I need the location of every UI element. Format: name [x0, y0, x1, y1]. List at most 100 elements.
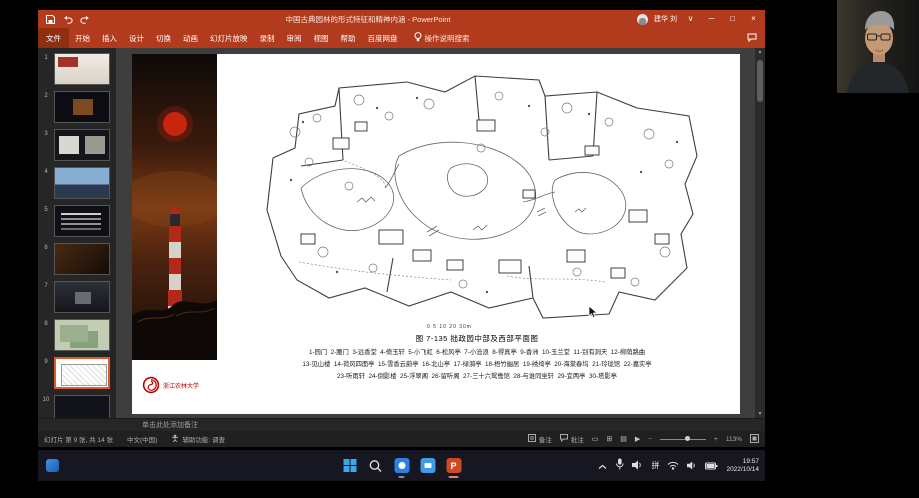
mouse-cursor: [588, 305, 599, 324]
tray-chevron-icon[interactable]: [598, 457, 607, 475]
speaker-share-icon[interactable]: [632, 457, 643, 475]
thumb-number: 7: [38, 281, 54, 313]
slide-thumbnails-panel: 1 2 3 4 5 6 7 8 9 10: [38, 48, 116, 418]
comments-icon[interactable]: [747, 33, 757, 44]
language-indicator[interactable]: 中文(中国): [127, 434, 157, 444]
slide-thumbnail-5[interactable]: [54, 205, 110, 237]
scroll-up-icon[interactable]: ▲: [755, 49, 765, 55]
tab-record[interactable]: 录制: [254, 29, 281, 48]
status-bar: 幻灯片 第 9 张, 共 14 张 中文(中国) 辅助功能: 调查 备注 批注 …: [38, 431, 765, 447]
legend-line: 23-听雨轩 24-倒影楼 25-浮翠阁 26-留听阁 27-三十六鸳鸯馆 28…: [220, 371, 734, 383]
slide-thumbnail-6[interactable]: [54, 243, 110, 275]
vertical-scrollbar[interactable]: ▲ ▼: [755, 48, 765, 418]
comment-bubble-icon: [560, 434, 568, 444]
logo-emblem-icon: [142, 376, 160, 399]
zoom-slider[interactable]: [660, 439, 706, 440]
tell-me-search[interactable]: 操作说明搜索: [414, 32, 470, 44]
thumb-number: 1: [38, 53, 54, 85]
minimize-button[interactable]: ─: [704, 12, 719, 26]
tab-review[interactable]: 审阅: [281, 29, 308, 48]
volume-icon[interactable]: [687, 457, 697, 475]
slide-sorter-view-icon[interactable]: ⊞: [606, 435, 612, 443]
slide-thumbnail-1[interactable]: [54, 53, 110, 85]
slide-position-indicator[interactable]: 幻灯片 第 9 张, 共 14 张: [44, 434, 113, 444]
powerpoint-app-button[interactable]: P: [445, 453, 462, 479]
widgets-button[interactable]: [46, 459, 59, 472]
windows-logo-icon: [343, 459, 356, 472]
ribbon-tabs: 文件 开始 插入 设计 切换 动画 幻灯片放映 录制 审阅 视图 帮助 百度网盘…: [38, 28, 765, 48]
figure-caption[interactable]: 图 7-135 拙政园中部及西部平面图: [222, 333, 732, 344]
tab-animations[interactable]: 动画: [177, 29, 204, 48]
window-title: 中国古典园林的形式特征和精神内涵 - PowerPoint: [99, 14, 637, 25]
notes-icon: [528, 434, 536, 444]
slide-canvas[interactable]: 浙江农林大学: [132, 54, 740, 414]
redo-icon[interactable]: [80, 15, 91, 24]
search-button[interactable]: [367, 453, 384, 479]
tab-slideshow[interactable]: 幻灯片放映: [204, 29, 254, 48]
legend-line: 13-见山楼 14-荷风四面亭 15-雪香云蔚亭 16-北山亭 17-绿漪亭 1…: [220, 359, 734, 371]
scrollbar-thumb[interactable]: [757, 60, 763, 102]
notes-pane[interactable]: 单击此处添加备注: [38, 418, 765, 431]
tab-design[interactable]: 设计: [123, 29, 150, 48]
slide-thumbnail-10[interactable]: [54, 395, 110, 418]
figure-legend[interactable]: 1-园门 2-腰门 3-远香堂 4-倚玉轩 5-小飞虹 6-松风亭 7-小沧浪 …: [220, 347, 734, 383]
tab-help[interactable]: 帮助: [335, 29, 362, 48]
thumb-number: 6: [38, 243, 54, 275]
start-button[interactable]: [341, 453, 358, 479]
webcam-overlay[interactable]: [837, 0, 919, 93]
meeting-app-button[interactable]: [393, 453, 410, 479]
battery-icon[interactable]: [705, 457, 718, 475]
clock[interactable]: 19:57 2022/10/14: [726, 458, 759, 473]
fit-slide-icon[interactable]: [750, 434, 759, 445]
slide-thumbnail-9-selected[interactable]: [54, 357, 110, 389]
slide-thumbnail-7[interactable]: [54, 281, 110, 313]
university-logo[interactable]: 浙江农林大学: [132, 360, 217, 414]
close-button[interactable]: ×: [746, 12, 761, 26]
slide-thumbnail-4[interactable]: [54, 167, 110, 199]
powerpoint-window: 中国古典园林的形式特征和精神内涵 - PowerPoint 建华 刘 ∨ ─ □…: [38, 10, 765, 447]
account-name[interactable]: 建华 刘: [654, 14, 677, 24]
search-icon: [369, 459, 383, 473]
zoom-in-button[interactable]: +: [714, 436, 718, 443]
save-icon[interactable]: [46, 15, 55, 24]
comments-toggle[interactable]: 批注: [560, 434, 584, 444]
logo-text: 浙江农林大学: [163, 384, 207, 391]
zoom-percentage[interactable]: 113%: [726, 436, 742, 443]
slide-thumbnail-3[interactable]: [54, 129, 110, 161]
scroll-down-icon[interactable]: ▼: [755, 411, 765, 417]
lighthouse-sunset-photo[interactable]: [132, 54, 217, 360]
thumb-number: 8: [38, 319, 54, 351]
tab-baidu-netdisk[interactable]: 百度网盘: [362, 29, 404, 48]
tab-file[interactable]: 文件: [38, 28, 69, 49]
undo-icon[interactable]: [62, 15, 73, 24]
tab-view[interactable]: 视图: [308, 29, 335, 48]
tab-home[interactable]: 开始: [69, 29, 96, 48]
screen: 中国古典园林的形式特征和精神内涵 - PowerPoint 建华 刘 ∨ ─ □…: [0, 0, 919, 498]
microphone-icon[interactable]: [615, 457, 624, 475]
zoom-out-button[interactable]: −: [648, 436, 652, 443]
tab-transitions[interactable]: 切换: [150, 29, 177, 48]
slide-thumbnail-2[interactable]: [54, 91, 110, 123]
garden-plan-figure[interactable]: [237, 62, 717, 324]
slideshow-view-icon[interactable]: ▶: [635, 435, 640, 443]
powerpoint-icon: P: [446, 458, 461, 473]
chat-app-icon: [420, 458, 435, 473]
slide-thumbnail-8[interactable]: [54, 319, 110, 351]
chat-app-button[interactable]: [419, 453, 436, 479]
wifi-icon[interactable]: [667, 457, 679, 475]
notes-toggle[interactable]: 备注: [528, 434, 552, 444]
legend-line: 1-园门 2-腰门 3-远香堂 4-倚玉轩 5-小飞虹 6-松风亭 7-小沧浪 …: [220, 347, 734, 359]
ribbon-display-options-icon[interactable]: ∨: [683, 12, 698, 26]
accessibility-icon: [171, 434, 179, 444]
zoom-slider-thumb[interactable]: [685, 436, 690, 441]
thumb-number: 2: [38, 91, 54, 123]
normal-view-icon[interactable]: ▭: [592, 435, 599, 443]
quick-access-toolbar: [38, 15, 99, 24]
titlebar: 中国古典园林的形式特征和精神内涵 - PowerPoint 建华 刘 ∨ ─ □…: [38, 10, 765, 28]
user-avatar[interactable]: [637, 14, 648, 25]
accessibility-indicator[interactable]: 辅助功能: 调查: [171, 434, 225, 444]
reading-view-icon[interactable]: ▤: [620, 435, 627, 443]
ime-indicator[interactable]: 拼: [651, 460, 659, 471]
maximize-button[interactable]: □: [725, 12, 740, 26]
tab-insert[interactable]: 插入: [96, 29, 123, 48]
